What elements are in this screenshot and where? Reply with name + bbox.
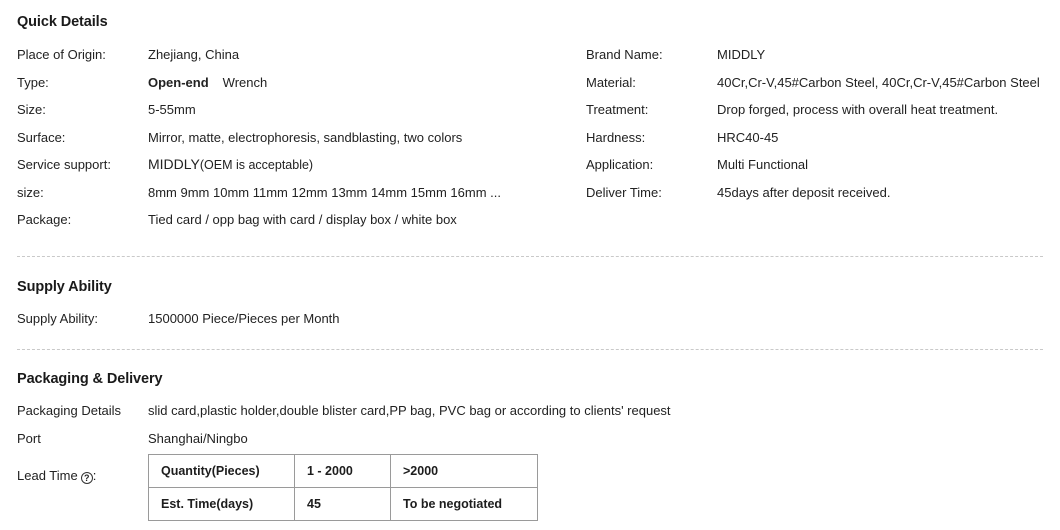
detail-row-surface: Surface: Mirror, matte, electrophoresis,… — [17, 124, 586, 152]
detail-value-service-support: MIDDLY(OEM is acceptable) — [148, 151, 313, 180]
detail-row-place-of-origin: Place of Origin: Zhejiang, China — [17, 41, 586, 69]
supply-ability-row: Supply Ability: 1500000 Piece/Pieces per… — [17, 305, 1043, 333]
detail-row-deliver-time: Deliver Time: 45days after deposit recei… — [586, 179, 1060, 207]
detail-label-treatment: Treatment: — [586, 102, 649, 117]
detail-value-application: Multi Functional — [717, 157, 809, 172]
supply-ability-section: Supply Ability Supply Ability: 1500000 P… — [0, 257, 1060, 333]
packaging-details-row: Packaging Details slid card,plastic hold… — [17, 397, 1043, 425]
detail-value-material: 40Cr,Cr-V,45#Carbon Steel, 40Cr,Cr-V,45#… — [717, 74, 1040, 90]
detail-row-brand-name: Brand Name: MIDDLY — [586, 41, 1060, 69]
detail-label-size: Size: — [17, 102, 46, 117]
product-details-page: Quick Details Place of Origin: Zhejiang,… — [0, 0, 1060, 530]
supply-ability-label: Supply Ability: — [17, 310, 98, 326]
lead-time-label-wrap: Lead Time?: — [17, 454, 148, 484]
quick-details-columns: Place of Origin: Zhejiang, China Type: O… — [17, 41, 1043, 234]
detail-row-service-support: Service support: MIDDLY(OEM is acceptabl… — [17, 151, 586, 179]
cell-quantity-tier-2: >2000 — [390, 454, 538, 488]
detail-value-type-bold: Open-end — [148, 74, 209, 90]
table-row-est-time: Est. Time(days) 45 To be negotiated — [148, 487, 538, 521]
detail-label-deliver-time: Deliver Time: — [586, 184, 662, 200]
lead-time-table: Quantity(Pieces) 1 - 2000 >2000 Est. Tim… — [148, 454, 538, 521]
detail-row-application: Application: Multi Functional — [586, 151, 1060, 179]
quick-details-right-column: Brand Name: MIDDLY Material: 40Cr,Cr-V,4… — [586, 41, 1060, 206]
packaging-delivery-section: Packaging & Delivery Packaging Details s… — [0, 350, 1060, 521]
question-mark-icon[interactable]: ? — [80, 472, 93, 484]
detail-label-brand-name: Brand Name: — [586, 47, 663, 62]
quick-details-left-column: Place of Origin: Zhejiang, China Type: O… — [17, 41, 586, 234]
table-row-quantity: Quantity(Pieces) 1 - 2000 >2000 — [148, 454, 538, 488]
detail-row-hardness: Hardness: HRC40-45 — [586, 124, 1060, 152]
cell-est-time-tier-1: 45 — [294, 487, 391, 521]
port-label: Port — [17, 430, 41, 446]
cell-quantity-header: Quantity(Pieces) — [148, 454, 295, 488]
packaging-details-label: Packaging Details — [17, 403, 122, 418]
cell-est-time-tier-2: To be negotiated — [390, 487, 538, 521]
detail-value-surface: Mirror, matte, electrophoresis, sandblas… — [148, 129, 463, 145]
lead-time-colon: : — [92, 468, 97, 483]
detail-row-package: Package: Tied card / opp bag with card /… — [17, 206, 586, 234]
packaging-details-value: slid card,plastic holder,double blister … — [148, 403, 671, 418]
port-value: Shanghai/Ningbo — [148, 430, 248, 446]
cell-quantity-tier-1: 1 - 2000 — [294, 454, 391, 488]
detail-value-size: 5-55mm — [148, 102, 196, 117]
detail-label-surface: Surface: — [17, 129, 66, 145]
detail-row-size: Size: 5-55mm — [17, 96, 586, 124]
cell-est-time-header: Est. Time(days) — [148, 487, 295, 521]
detail-value-brand-name: MIDDLY — [717, 47, 766, 62]
packaging-delivery-title: Packaging & Delivery — [17, 371, 163, 387]
detail-label-service-support: Service support: — [17, 157, 111, 172]
detail-label-type: Type: — [17, 74, 49, 90]
detail-label-size-list: size: — [17, 184, 44, 200]
detail-value-package: Tied card / opp bag with card / display … — [148, 212, 457, 227]
lead-time-label: Lead Time — [17, 468, 78, 483]
supply-ability-value: 1500000 Piece/Pieces per Month — [148, 310, 340, 326]
detail-label-hardness: Hardness: — [586, 129, 646, 145]
detail-row-type: Type: Open-end Wrench — [17, 69, 586, 97]
detail-value-hardness: HRC40-45 — [717, 129, 779, 145]
detail-value-size-list: 8mm 9mm 10mm 11mm 12mm 13mm 14mm 15mm 16… — [148, 184, 501, 200]
detail-value-type-rest: Wrench — [222, 74, 268, 90]
service-support-brand: MIDDLY — [148, 156, 200, 172]
detail-value-deliver-time: 45days after deposit received. — [717, 184, 891, 200]
detail-row-size-list: size: 8mm 9mm 10mm 11mm 12mm 13mm 14mm 1… — [17, 179, 586, 207]
detail-label-material: Material: — [586, 74, 636, 90]
detail-label-package: Package: — [17, 212, 72, 227]
detail-label-application: Application: — [586, 157, 654, 172]
detail-label-place-of-origin: Place of Origin: — [17, 47, 106, 62]
detail-value-place-of-origin: Zhejiang, China — [148, 47, 240, 62]
detail-row-treatment: Treatment: Drop forged, process with ove… — [586, 96, 1060, 124]
lead-time-row: Lead Time?: Quantity(Pieces) 1 - 2000 >2… — [17, 454, 1043, 521]
quick-details-title: Quick Details — [17, 14, 108, 30]
supply-ability-title: Supply Ability — [17, 278, 112, 295]
detail-value-type: Open-end Wrench — [148, 69, 267, 97]
service-support-note: (OEM is acceptable) — [199, 158, 314, 172]
quick-details-section: Quick Details Place of Origin: Zhejiang,… — [0, 0, 1060, 234]
port-row: Port Shanghai/Ningbo — [17, 425, 1043, 453]
detail-row-material: Material: 40Cr,Cr-V,45#Carbon Steel, 40C… — [586, 69, 1060, 97]
detail-value-treatment: Drop forged, process with overall heat t… — [717, 102, 999, 117]
